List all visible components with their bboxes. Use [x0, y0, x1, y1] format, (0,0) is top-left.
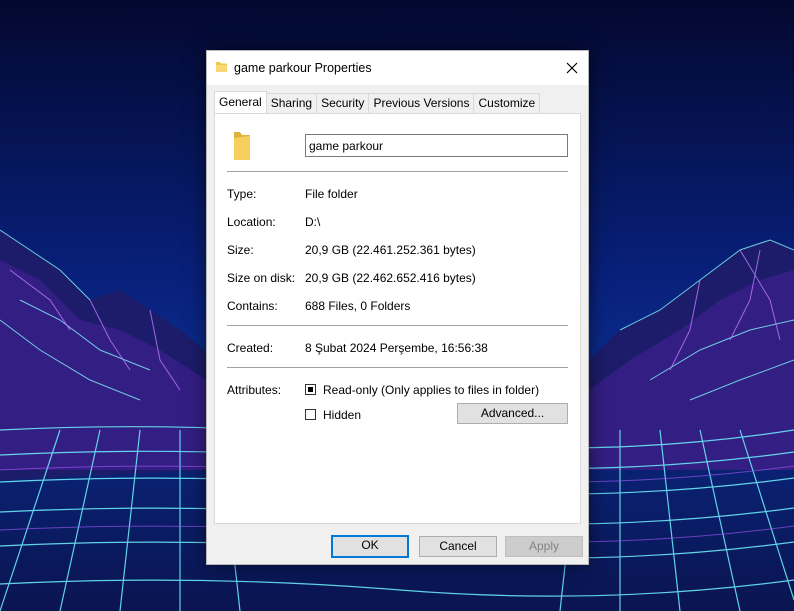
- tab-sharing[interactable]: Sharing: [265, 93, 318, 113]
- ok-button[interactable]: OK: [331, 535, 409, 558]
- title-bar[interactable]: game parkour Properties: [207, 51, 588, 85]
- folder-name-input[interactable]: [305, 134, 568, 157]
- window-title: game parkour Properties: [234, 61, 372, 75]
- hidden-checkbox[interactable]: [305, 409, 316, 420]
- divider: [227, 367, 568, 368]
- close-icon: [566, 62, 578, 74]
- location-value: D:\: [305, 215, 321, 229]
- apply-button[interactable]: Apply: [505, 536, 583, 557]
- tab-customize[interactable]: Customize: [473, 93, 541, 113]
- tab-previous-versions[interactable]: Previous Versions: [368, 93, 475, 113]
- cancel-button[interactable]: Cancel: [419, 536, 497, 557]
- hidden-label[interactable]: Hidden: [323, 408, 361, 422]
- contains-value: 688 Files, 0 Folders: [305, 299, 411, 313]
- contains-label: Contains:: [227, 299, 278, 313]
- attributes-label: Attributes:: [227, 383, 282, 397]
- type-label: Type:: [227, 187, 257, 201]
- divider: [227, 171, 568, 172]
- general-panel: Type: File folder Location: D:\ Size: 20…: [214, 113, 581, 524]
- size-on-disk-value: 20,9 GB (22.462.652.416 bytes): [305, 271, 476, 285]
- readonly-label[interactable]: Read-only (Only applies to files in fold…: [323, 383, 539, 397]
- created-label: Created:: [227, 341, 274, 355]
- properties-dialog: game parkour Properties General Sharing …: [206, 50, 589, 565]
- tab-strip: General Sharing Security Previous Versio…: [214, 91, 541, 113]
- advanced-button[interactable]: Advanced...: [457, 403, 568, 424]
- folder-icon: [215, 60, 229, 77]
- size-on-disk-label: Size on disk:: [227, 271, 296, 285]
- close-button[interactable]: [556, 51, 588, 85]
- created-value: 8 Şubat 2024 Perşembe, 16:56:38: [305, 341, 488, 355]
- folder-icon: [231, 130, 253, 165]
- location-label: Location:: [227, 215, 276, 229]
- tab-general[interactable]: General: [214, 91, 267, 113]
- size-value: 20,9 GB (22.461.252.361 bytes): [305, 243, 476, 257]
- tab-security[interactable]: Security: [316, 93, 370, 113]
- divider: [227, 325, 568, 326]
- size-label: Size:: [227, 243, 254, 257]
- readonly-checkbox[interactable]: [305, 384, 316, 395]
- type-value: File folder: [305, 187, 358, 201]
